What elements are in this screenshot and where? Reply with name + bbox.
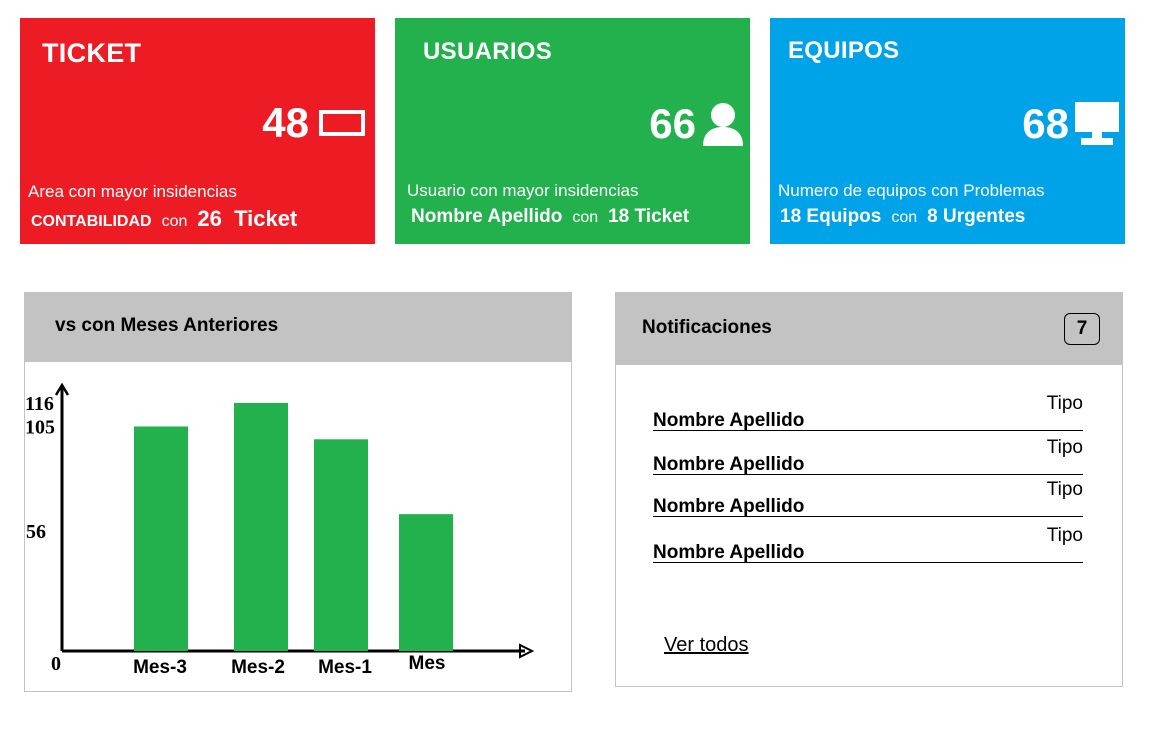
notifications-panel: Notificaciones 7 Nombre Apellido Tipo No… xyxy=(615,292,1123,687)
x-tick-label: Mes xyxy=(409,653,446,674)
users-card-description: Usuario con mayor insidencias xyxy=(407,181,639,200)
problem-equipment-count: 18 Equipos xyxy=(780,206,882,227)
notification-item[interactable]: Nombre Apellido Tipo xyxy=(653,525,1083,564)
urgent-equipment-count: 8 Urgentes xyxy=(927,206,1026,227)
equipment-card-footer: 18 Equipos con 8 Urgentes xyxy=(780,206,1025,228)
connector-text: con xyxy=(572,209,599,226)
users-card-title: USUARIOS xyxy=(423,38,553,65)
ticket-count: 48 xyxy=(262,99,309,146)
x-tick-label: Mes-2 xyxy=(231,657,285,678)
notification-user-name[interactable]: Nombre Apellido xyxy=(653,496,804,518)
notification-user-name[interactable]: Nombre Apellido xyxy=(653,542,804,564)
chart-panel: vs con Meses Anteriores Mes-3 Mes-2 Mes-1 M… xyxy=(24,292,572,692)
ticket-card-footer: CONTABILIDAD con 26 Ticket xyxy=(31,206,297,232)
notification-user-name[interactable]: Nombre Apellido xyxy=(653,410,804,432)
ticket-icon xyxy=(319,110,365,136)
monitor-icon xyxy=(1075,102,1119,145)
y-tick-label: 0 xyxy=(51,653,61,675)
view-all-link[interactable]: Ver todos xyxy=(664,634,749,657)
connector-text: con xyxy=(891,209,918,226)
top-user-ticket-count: 18 Ticket xyxy=(608,206,690,227)
ticket-card-title: TICKET xyxy=(42,38,142,68)
y-tick-label: 56 xyxy=(26,521,46,543)
notifications-panel-header: Notificaciones 7 xyxy=(616,293,1122,365)
equipment-card[interactable]: EQUIPOS 68 Numero de equipos con Problem… xyxy=(770,18,1125,244)
top-user-name: Nombre Apellido xyxy=(411,206,563,227)
notification-type: Tipo xyxy=(1046,525,1083,546)
notifications-title: Notificaciones xyxy=(642,317,772,338)
equipment-metric: 68 xyxy=(1022,102,1119,146)
notification-item[interactable]: Nombre Apellido Tipo xyxy=(653,393,1083,432)
ticket-card[interactable]: TICKET 48 Area con mayor insidencias CON… xyxy=(20,18,375,244)
user-icon xyxy=(703,103,743,146)
notification-item[interactable]: Nombre Apellido Tipo xyxy=(653,437,1083,476)
ticket-card-description: Area con mayor insidencias xyxy=(28,182,237,201)
top-area-ticket-count: 26 Ticket xyxy=(197,206,298,231)
equipment-card-title: EQUIPOS xyxy=(788,37,900,64)
notification-type: Tipo xyxy=(1046,479,1083,500)
bar-mes-3 xyxy=(134,426,188,651)
y-tick-label: 116 xyxy=(25,393,54,415)
notification-user-name[interactable]: Nombre Apellido xyxy=(653,454,804,476)
users-metric: 66 xyxy=(649,102,744,146)
users-card-footer: Nombre Apellido con 18 Ticket xyxy=(411,206,689,228)
bar-mes xyxy=(399,514,453,651)
x-tick-label: Mes-1 xyxy=(318,657,372,678)
equipment-count: 68 xyxy=(1022,100,1069,147)
bar-chart: Mes-3 Mes-2 Mes-1 Mes 0 56 105116 xyxy=(25,382,535,678)
notification-type: Tipo xyxy=(1046,393,1083,414)
bar-mes-1 xyxy=(314,439,368,651)
connector-text: con xyxy=(161,213,188,230)
notifications-count-badge[interactable]: 7 xyxy=(1064,313,1100,345)
users-count: 66 xyxy=(649,100,696,147)
notification-item[interactable]: Nombre Apellido Tipo xyxy=(653,479,1083,518)
ticket-metric: 48 xyxy=(262,102,365,144)
users-card[interactable]: USUARIOS 66 Usuario con mayor insidencia… xyxy=(395,18,750,244)
equipment-card-description: Numero de equipos con Problemas xyxy=(778,181,1045,200)
bar-mes-2 xyxy=(234,402,288,651)
y-tick-label: 105 xyxy=(25,416,55,438)
notification-type: Tipo xyxy=(1046,437,1083,458)
x-tick-label: Mes-3 xyxy=(133,657,187,678)
top-area-name: CONTABILIDAD xyxy=(31,213,152,230)
